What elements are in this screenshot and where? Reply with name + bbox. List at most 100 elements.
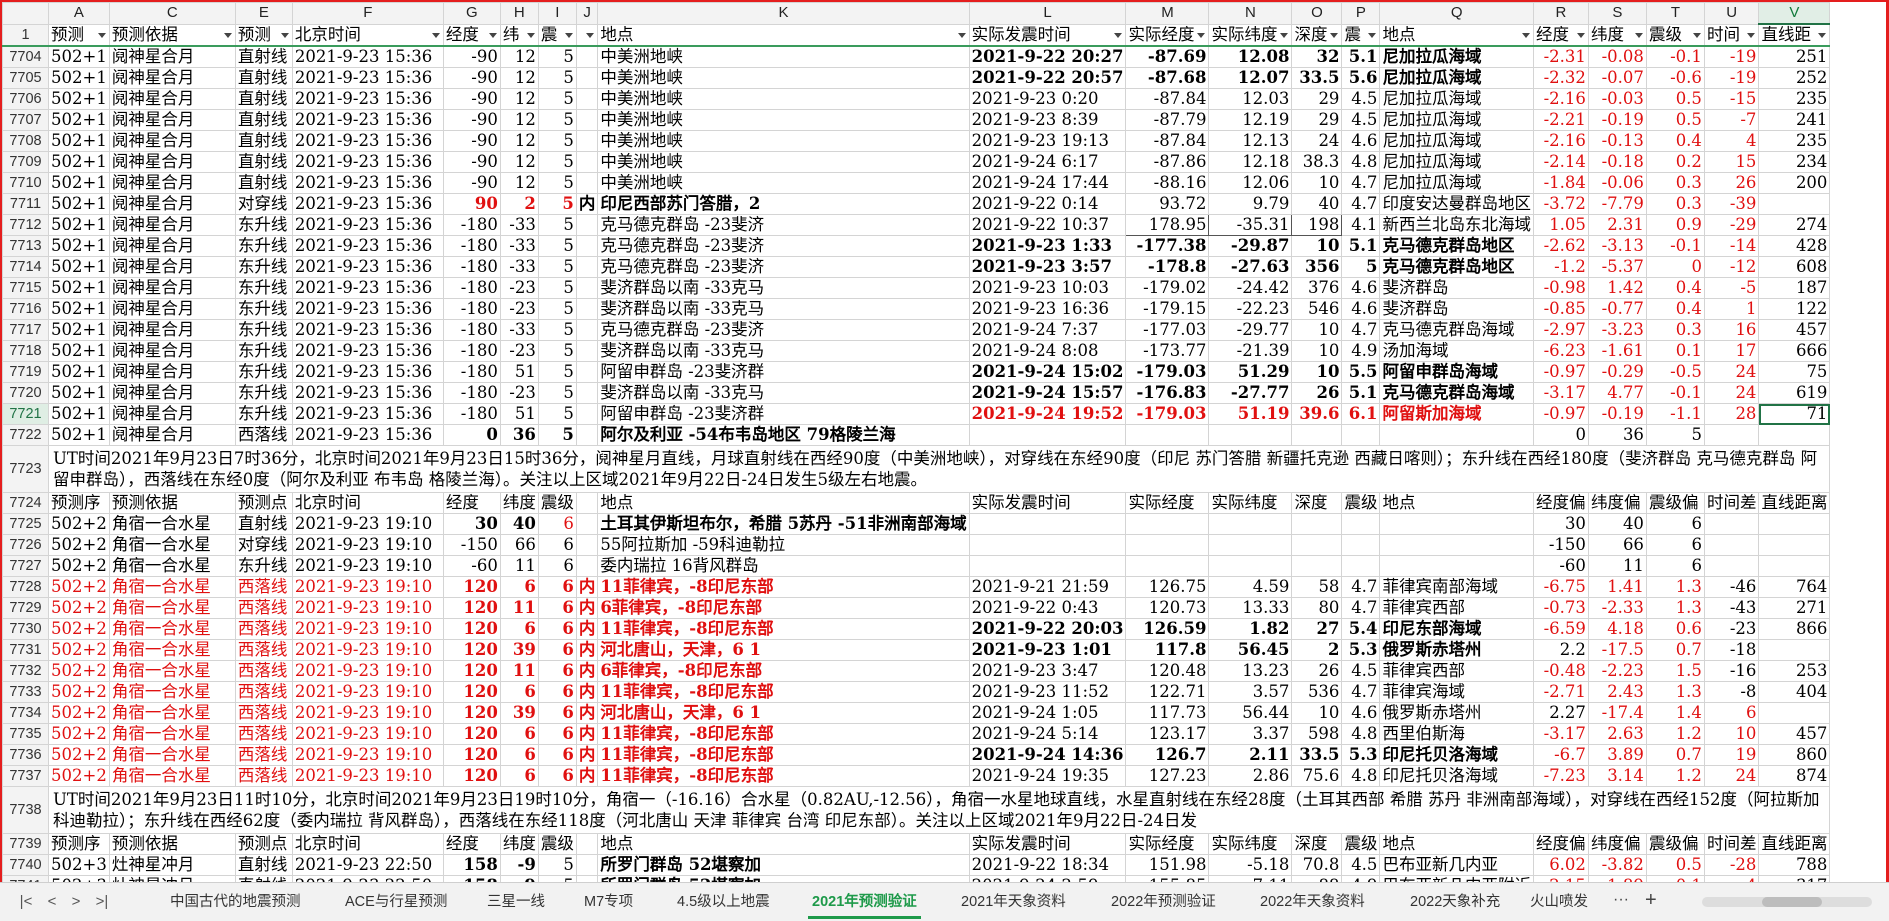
- row-header[interactable]: 7719: [2, 361, 49, 383]
- cell-E-7722[interactable]: 西落线: [234, 424, 293, 446]
- cell-I-7710[interactable]: 5: [537, 172, 577, 194]
- cell-E-7728[interactable]: 西落线: [234, 576, 293, 598]
- cell-U-7707[interactable]: -7: [1703, 109, 1760, 131]
- cell-M-7726[interactable]: [1125, 534, 1210, 556]
- cell-U-7711[interactable]: -39: [1703, 193, 1760, 215]
- cell-T-7708[interactable]: 0.4: [1645, 130, 1705, 152]
- row-header[interactable]: 7712: [2, 214, 49, 236]
- cell-H-7731[interactable]: 39: [499, 639, 539, 661]
- cell-S-7717[interactable]: -3.23: [1587, 319, 1647, 341]
- cell-T-7727[interactable]: 6: [1645, 555, 1705, 577]
- cell-J-7712[interactable]: [575, 214, 599, 236]
- cell-T-7736[interactable]: 0.7: [1645, 744, 1705, 766]
- cell-J-7719[interactable]: [575, 361, 599, 383]
- filter-header-M[interactable]: 实际经度: [1125, 23, 1210, 47]
- cell-I-7712[interactable]: 5: [537, 214, 577, 236]
- cell-N-7712[interactable]: -35.31: [1208, 214, 1293, 236]
- subheader-P[interactable]: 震级: [1341, 492, 1381, 514]
- cell-C-7729[interactable]: 角宿一合水星: [108, 597, 236, 619]
- row-header[interactable]: 7715: [2, 277, 49, 299]
- cell-L-7709[interactable]: 2021-9-24 6:17: [968, 151, 1127, 173]
- cell-O-7704[interactable]: 32: [1291, 45, 1343, 68]
- cell-A-7712[interactable]: 502+1: [48, 214, 110, 236]
- cell-K-7707[interactable]: 中美洲地峡: [597, 109, 970, 131]
- cell-P-7725[interactable]: [1341, 513, 1381, 535]
- cell-E-7725[interactable]: 直射线: [234, 513, 293, 535]
- cell-S-7722[interactable]: 36: [1587, 424, 1647, 446]
- cell-S-7713[interactable]: -3.13: [1587, 235, 1647, 257]
- cell-J-7720[interactable]: [575, 382, 599, 404]
- cell-A-7705[interactable]: 502+1: [48, 67, 110, 89]
- cell-U-7736[interactable]: 19: [1703, 744, 1760, 766]
- cell-E-7714[interactable]: 东升线: [234, 256, 293, 278]
- cell-M-7705[interactable]: -87.68: [1125, 67, 1210, 89]
- cell-M-7734[interactable]: 117.73: [1125, 702, 1210, 724]
- cell-L-7710[interactable]: 2021-9-24 17:44: [968, 172, 1127, 194]
- cell-T-7733[interactable]: 1.3: [1645, 681, 1705, 703]
- cell-P-7708[interactable]: 4.6: [1341, 130, 1381, 152]
- cell-M-7737[interactable]: 127.23: [1125, 765, 1210, 787]
- cell-Q-7726[interactable]: [1379, 534, 1534, 556]
- cell-O-7711[interactable]: 40: [1291, 193, 1343, 215]
- cell-G-7730[interactable]: 120: [442, 618, 501, 640]
- cell-L-7712[interactable]: 2021-9-22 10:37: [968, 214, 1127, 236]
- cell-J-7736[interactable]: 内: [575, 744, 599, 766]
- cell-P-7737[interactable]: 4.8: [1341, 765, 1381, 787]
- cell-P-7735[interactable]: 4.8: [1341, 723, 1381, 745]
- cell-K-7713[interactable]: 克马德克群岛 -23斐济: [597, 235, 970, 257]
- cell-L-7706[interactable]: 2021-9-23 0:20: [968, 88, 1127, 110]
- cell-I-7737[interactable]: 6: [537, 765, 577, 787]
- cell-E-7712[interactable]: 东升线: [234, 214, 293, 236]
- cell-O-7715[interactable]: 376: [1291, 277, 1343, 299]
- cell-G-7707[interactable]: -90: [442, 109, 501, 131]
- cell-N-7729[interactable]: 13.33: [1208, 597, 1293, 619]
- cell-O-7733[interactable]: 536: [1291, 681, 1343, 703]
- cell-L-7734[interactable]: 2021-9-24 1:05: [968, 702, 1127, 724]
- cell-T-7730[interactable]: 0.6: [1645, 618, 1705, 640]
- cell-J-7714[interactable]: [575, 256, 599, 278]
- cell-R-7710[interactable]: -1.84: [1532, 172, 1589, 194]
- cell-V-7719[interactable]: 75: [1758, 361, 1831, 383]
- row-header[interactable]: 7729: [2, 597, 49, 619]
- cell-V-7730[interactable]: 866: [1758, 618, 1831, 640]
- cell-U-7727[interactable]: [1703, 555, 1760, 577]
- cell-V-7715[interactable]: 187: [1758, 277, 1831, 299]
- cell-J-7721[interactable]: [575, 403, 599, 425]
- cell-S-7740[interactable]: -3.82: [1587, 854, 1647, 876]
- cell-H-7715[interactable]: -23: [499, 277, 539, 299]
- cell-F-7734[interactable]: 2021-9-23 19:10: [291, 702, 444, 724]
- cell-L-7729[interactable]: 2021-9-22 0:43: [968, 597, 1127, 619]
- cell-Q-7729[interactable]: 菲律宾西部: [1379, 597, 1534, 619]
- cell-L-7717[interactable]: 2021-9-24 7:37: [968, 319, 1127, 341]
- cell-I-7718[interactable]: 5: [537, 340, 577, 362]
- cell-F-7732[interactable]: 2021-9-23 19:10: [291, 660, 444, 682]
- cell-K-7720[interactable]: 斐济群岛以南 -33克马: [597, 382, 970, 404]
- cell-C-7725[interactable]: 角宿一合水星: [108, 513, 236, 535]
- column-header-E[interactable]: E: [234, 2, 293, 25]
- row-header[interactable]: 7705: [2, 67, 49, 89]
- cell-N-7719[interactable]: 51.29: [1208, 361, 1293, 383]
- cell-I-7722[interactable]: 5: [537, 424, 577, 446]
- subheader-I[interactable]: 震级: [537, 492, 577, 514]
- cell-J-7735[interactable]: 内: [575, 723, 599, 745]
- cell-P-7706[interactable]: 4.5: [1341, 88, 1381, 110]
- cell-C-7731[interactable]: 角宿一合水星: [108, 639, 236, 661]
- cell-R-7730[interactable]: -6.59: [1532, 618, 1589, 640]
- cell-F-7722[interactable]: 2021-9-23 15:36: [291, 424, 444, 446]
- cell-M-7707[interactable]: -87.79: [1125, 109, 1210, 131]
- cell-R-7707[interactable]: -2.21: [1532, 109, 1589, 131]
- next-sheet-button[interactable]: >: [66, 891, 86, 913]
- cell-V-7728[interactable]: 764: [1758, 576, 1831, 598]
- cell-Q-7704[interactable]: 尼加拉瓜海域: [1379, 45, 1534, 68]
- cell-E-7718[interactable]: 东升线: [234, 340, 293, 362]
- row-header[interactable]: 1: [2, 23, 49, 47]
- cell-U-7719[interactable]: 24: [1703, 361, 1760, 383]
- filter-header-U[interactable]: 时间: [1703, 23, 1760, 47]
- cell-T-7732[interactable]: 1.5: [1645, 660, 1705, 682]
- cell-U-7713[interactable]: -14: [1703, 235, 1760, 257]
- column-header-U[interactable]: U: [1703, 2, 1760, 25]
- cell-Q-7733[interactable]: 菲律宾海域: [1379, 681, 1534, 703]
- cell-C-7720[interactable]: 阋神星合月: [108, 382, 236, 404]
- cell-M-7704[interactable]: -87.69: [1125, 45, 1210, 68]
- cell-A-7731[interactable]: 502+2: [48, 639, 110, 661]
